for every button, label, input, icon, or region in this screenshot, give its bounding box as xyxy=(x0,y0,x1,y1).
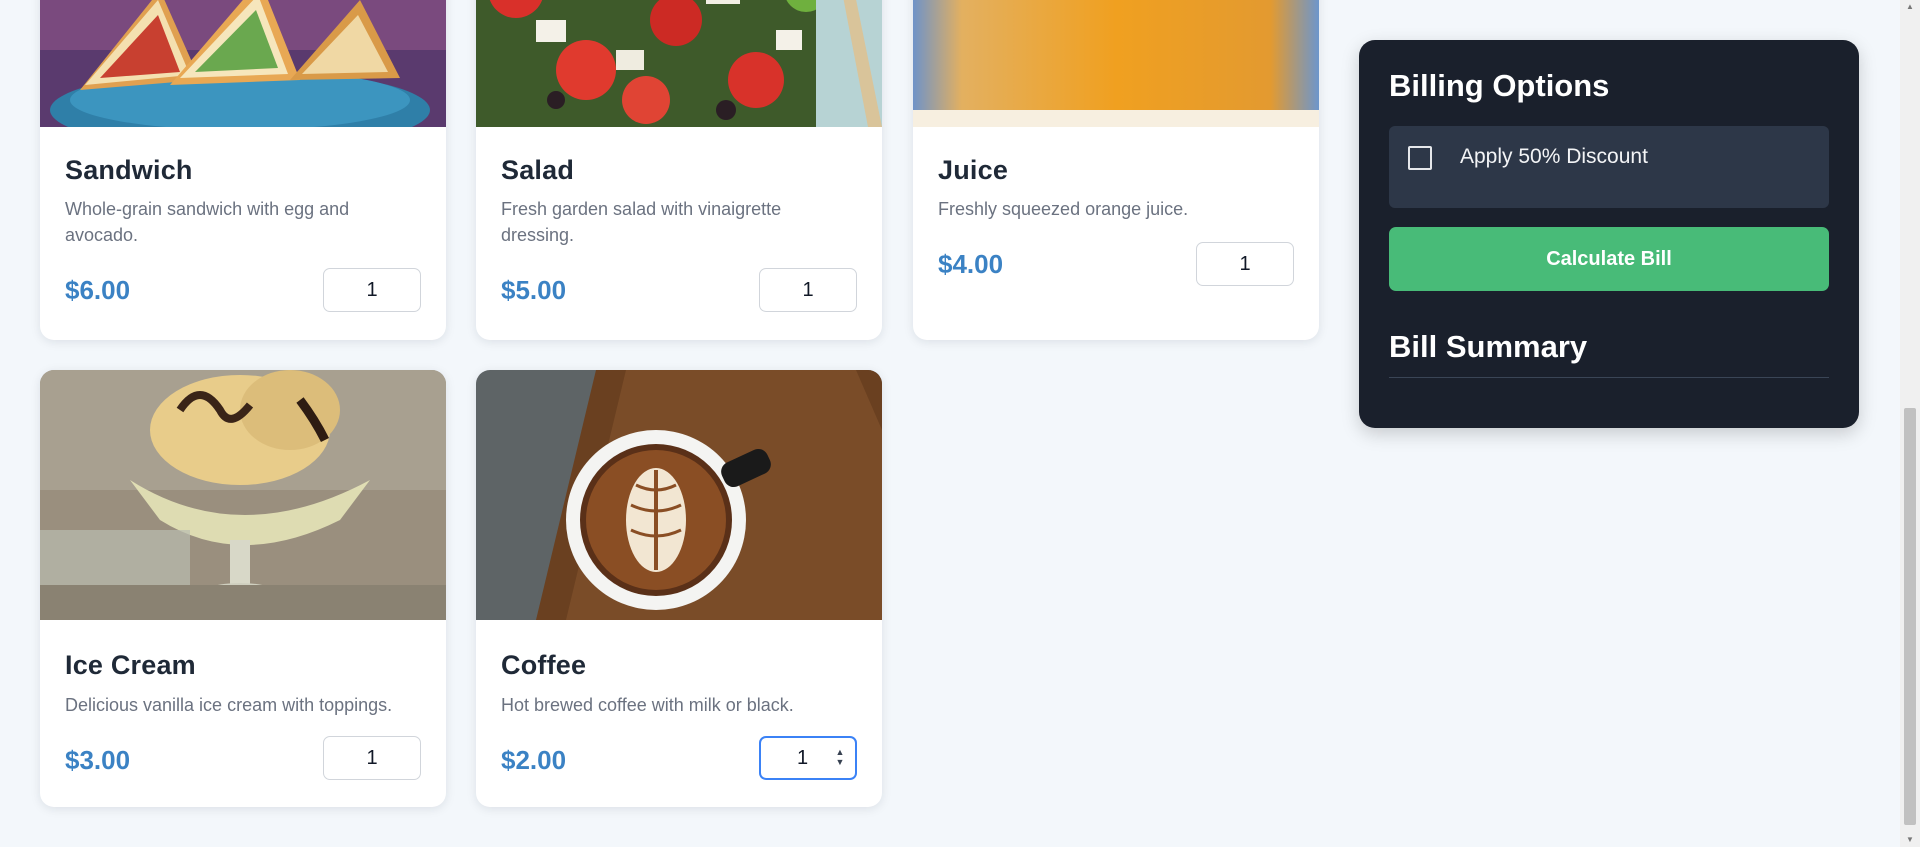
product-name: Sandwich xyxy=(65,155,193,185)
product-price: $2.00 xyxy=(501,745,567,775)
product-name: Salad xyxy=(501,155,575,185)
product-name: Coffee xyxy=(501,650,587,680)
quantity-input[interactable] xyxy=(323,736,421,780)
product-description: Whole-grain sandwich with egg and avocad… xyxy=(65,199,350,245)
discount-checkbox[interactable] xyxy=(1408,146,1432,170)
product-price: $6.00 xyxy=(65,275,131,305)
quantity-input[interactable] xyxy=(1196,242,1294,286)
product-price: $5.00 xyxy=(501,275,567,305)
product-card-salad: Salad Fresh garden salad with vinaigrett… xyxy=(476,0,882,340)
product-price: $4.00 xyxy=(938,249,1004,279)
product-name: Juice xyxy=(938,155,1009,185)
product-card-coffee: Coffee Hot brewed coffee with milk or bl… xyxy=(476,370,882,807)
ice-cream-image xyxy=(40,370,446,620)
product-description: Hot brewed coffee with milk or black. xyxy=(501,695,794,715)
billing-panel: Billing Options Apply 50% Discount Calcu… xyxy=(1359,40,1859,428)
calculate-bill-button[interactable]: Calculate Bill xyxy=(1389,227,1829,291)
vertical-scrollbar[interactable]: ▲ ▼ xyxy=(1900,0,1920,847)
product-price: $3.00 xyxy=(65,745,131,775)
scroll-up-arrow-icon[interactable]: ▲ xyxy=(1900,0,1920,14)
bill-summary-title: Bill Summary xyxy=(1389,329,1588,364)
product-description: Fresh garden salad with vinaigrette dres… xyxy=(501,199,782,245)
product-description: Delicious vanilla ice cream with topping… xyxy=(65,695,393,715)
product-card-juice: Juice Freshly squeezed orange juice. $4.… xyxy=(913,0,1319,340)
quantity-input[interactable] xyxy=(323,268,421,312)
product-card-ice-cream: Ice Cream Delicious vanilla ice cream wi… xyxy=(40,370,446,807)
product-description: Freshly squeezed orange juice. xyxy=(938,199,1189,219)
scroll-thumb[interactable] xyxy=(1904,408,1916,825)
product-name: Ice Cream xyxy=(65,650,196,680)
scroll-down-arrow-icon[interactable]: ▼ xyxy=(1900,833,1920,847)
discount-label[interactable]: Apply 50% Discount xyxy=(1460,145,1648,169)
summary-divider xyxy=(1389,377,1829,378)
billing-title: Billing Options xyxy=(1389,68,1610,103)
sandwich-image xyxy=(40,0,446,127)
discount-option: Apply 50% Discount xyxy=(1389,126,1829,208)
number-spinner-icon[interactable]: ▲ ▼ xyxy=(834,747,846,769)
product-card-sandwich: Sandwich Whole-grain sandwich with egg a… xyxy=(40,0,446,340)
juice-image xyxy=(913,0,1319,127)
salad-image xyxy=(476,0,882,127)
quantity-input[interactable] xyxy=(759,268,857,312)
coffee-image xyxy=(476,370,882,620)
page: Sandwich Whole-grain sandwich with egg a… xyxy=(0,0,1920,847)
